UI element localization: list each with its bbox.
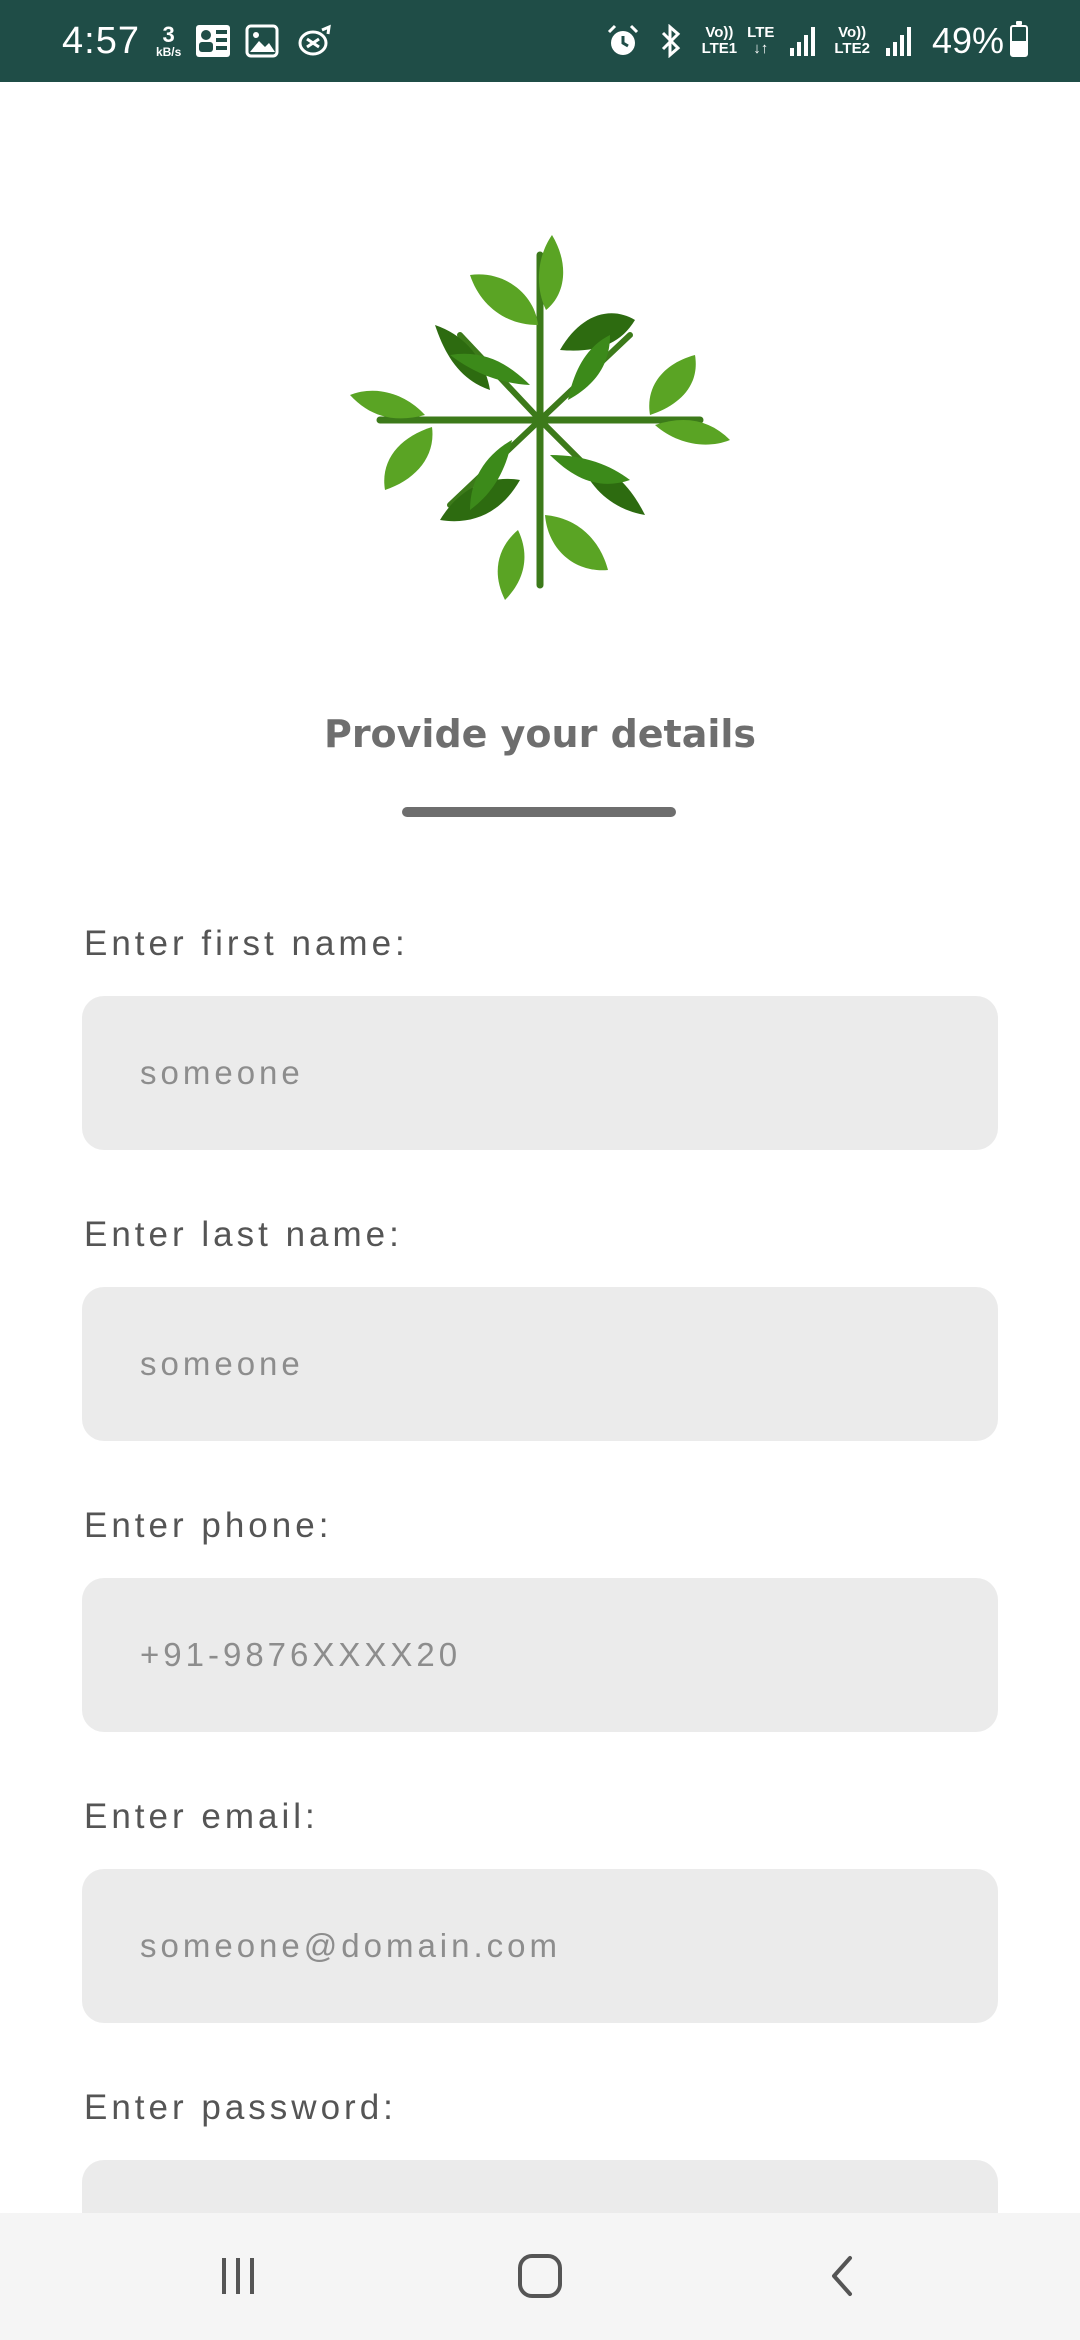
email-input[interactable] bbox=[82, 1869, 998, 2023]
status-bar-left: 4:57 3 kB/s bbox=[62, 19, 332, 63]
first-name-input[interactable] bbox=[82, 996, 998, 1150]
leaf-cross-icon bbox=[350, 235, 730, 600]
last-name-label: Enter last name: bbox=[84, 1215, 403, 1254]
news-icon bbox=[195, 24, 231, 58]
home-button[interactable] bbox=[505, 2243, 575, 2309]
signal-icon bbox=[788, 24, 824, 58]
page-title: Provide your details bbox=[323, 712, 757, 756]
battery-fill bbox=[1012, 41, 1026, 55]
sim1-volte-label: Vo)) bbox=[705, 24, 734, 42]
title-underline bbox=[402, 807, 676, 817]
recent-apps-button[interactable] bbox=[203, 2243, 273, 2309]
battery-percent: 49% bbox=[931, 20, 1004, 61]
alarm-icon bbox=[606, 24, 642, 58]
sim1-indicator: Vo)) LTE1 bbox=[702, 25, 738, 57]
back-icon bbox=[832, 2256, 852, 2296]
network-speed: 3 kB/s bbox=[155, 22, 182, 59]
status-bar: 4:57 3 kB/s Vo)) LTE1 LTE ↓↑ Vo)) LTE2 4… bbox=[0, 0, 1080, 82]
back-button[interactable] bbox=[807, 2243, 877, 2309]
gallery-icon bbox=[245, 24, 281, 58]
data-arrows-icon: ↓↑ bbox=[753, 40, 769, 57]
phone-input[interactable] bbox=[82, 1578, 998, 1732]
password-label: Enter password: bbox=[84, 2088, 397, 2127]
network-speed-value: 3 bbox=[162, 22, 175, 47]
first-name-label: Enter first name: bbox=[84, 924, 409, 963]
bluetooth-icon bbox=[656, 23, 692, 59]
signal-icon bbox=[884, 24, 920, 58]
status-time: 4:57 bbox=[62, 19, 140, 62]
email-label: Enter email: bbox=[84, 1797, 319, 1836]
battery-icon bbox=[1010, 21, 1028, 57]
home-icon bbox=[518, 2254, 562, 2298]
leaf-logo bbox=[340, 225, 740, 615]
sim2-indicator: Vo)) LTE2 bbox=[834, 25, 870, 57]
recent-apps-icon bbox=[222, 2258, 254, 2294]
sim2-volte-label: Vo)) bbox=[838, 24, 867, 42]
lte-indicator: LTE ↓↑ bbox=[747, 25, 774, 57]
status-bar-right: Vo)) LTE1 LTE ↓↑ Vo)) LTE2 49% bbox=[592, 20, 1028, 62]
last-name-input[interactable] bbox=[82, 1287, 998, 1441]
network-speed-unit: kB/s bbox=[155, 45, 182, 59]
phone-label: Enter phone: bbox=[84, 1506, 333, 1545]
hourglass-icon bbox=[295, 24, 332, 58]
sim2-lte-label: LTE2 bbox=[834, 40, 870, 57]
sim1-lte-label: LTE1 bbox=[701, 40, 738, 57]
lte-label: LTE bbox=[747, 24, 775, 42]
